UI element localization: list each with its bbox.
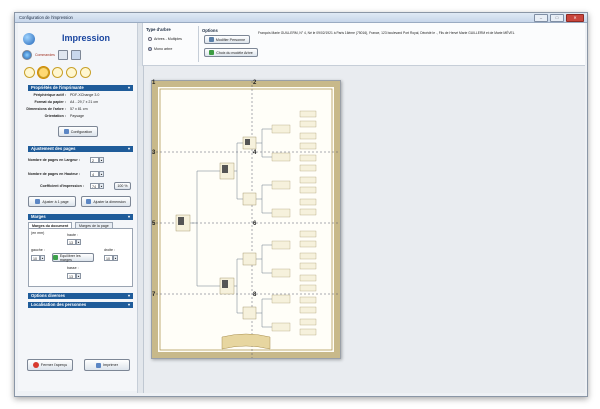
toolbar-separator bbox=[198, 26, 199, 62]
pages-height-stepper[interactable]: ▴ bbox=[99, 171, 104, 177]
locate-persons-title: Localisation des personnes bbox=[31, 302, 87, 307]
paper-format-row: Format du papier : A4 - 29,7 x 21 cm bbox=[34, 100, 99, 104]
tree-preview-page bbox=[151, 80, 341, 359]
top-margin-label: haute : bbox=[67, 233, 78, 237]
page-number-6: 6 bbox=[253, 221, 257, 227]
grid-icon[interactable] bbox=[70, 50, 81, 60]
top-margin-input[interactable]: 13 bbox=[67, 239, 76, 245]
printer-section-title: Propriétés de l'imprimante bbox=[31, 85, 84, 90]
tree-mono-radio[interactable]: Mono arbre bbox=[148, 47, 172, 51]
title-bar: Configuration de l'impression – □ ✕ bbox=[15, 13, 587, 23]
coef-stepper[interactable]: ▴ bbox=[99, 183, 104, 189]
page-number-5: 5 bbox=[152, 221, 156, 227]
bottom-margin-label: basse : bbox=[67, 266, 79, 270]
page-number-7: 7 bbox=[152, 292, 156, 298]
page-number-4: 4 bbox=[253, 150, 257, 156]
printer-section-header[interactable]: Propriétés de l'imprimante ▾ bbox=[28, 85, 133, 91]
tree-type-title: Type d'arbre bbox=[146, 27, 171, 32]
tree-multi-radio[interactable]: Arbres - Multiples bbox=[148, 37, 182, 41]
right-margin-stepper[interactable]: ▴ bbox=[113, 255, 118, 261]
page-number-3: 3 bbox=[152, 150, 156, 156]
close-button[interactable]: ✕ bbox=[566, 14, 584, 22]
balance-icon bbox=[53, 255, 58, 260]
coef-label: Coefficient d'impression : bbox=[40, 184, 84, 188]
misc-options-header[interactable]: Options diverses ▾ bbox=[28, 293, 133, 299]
left-margin-label: gauche : bbox=[31, 248, 45, 252]
maximize-button[interactable]: □ bbox=[550, 14, 564, 22]
bottom-margin-input[interactable]: 13 bbox=[67, 273, 76, 279]
margins-unit-label: (en mm) bbox=[31, 231, 45, 235]
pages-height-input[interactable]: 4 bbox=[90, 171, 99, 177]
commands-label[interactable]: Commandes bbox=[35, 53, 55, 57]
printer-icon bbox=[96, 362, 101, 368]
right-margin-input[interactable]: 10 bbox=[104, 255, 113, 261]
minimize-button[interactable]: – bbox=[534, 14, 548, 22]
coef-input[interactable]: 74 bbox=[90, 183, 99, 189]
top-margin-stepper[interactable]: ▴ bbox=[76, 239, 81, 245]
page-number-2: 2 bbox=[253, 80, 257, 86]
zoom-width-icon[interactable] bbox=[80, 67, 91, 78]
locate-persons-header[interactable]: Localisation des personnes ▾ bbox=[28, 302, 133, 308]
pages-section-title: Ajustement des pages bbox=[31, 146, 76, 151]
margins-section-header[interactable]: Marges ▾ bbox=[28, 214, 133, 220]
person-icon bbox=[208, 37, 214, 42]
choose-tree-model-button[interactable]: Choix du modèle Arbre bbox=[204, 48, 258, 57]
commands-icon[interactable] bbox=[22, 50, 32, 60]
pages-width-stepper[interactable]: ▴ bbox=[99, 157, 104, 163]
fit-dimension-button[interactable]: Ajuster la dimension bbox=[81, 196, 131, 207]
sidebar-title: Impression bbox=[62, 33, 111, 43]
pages-width-input[interactable]: 2 bbox=[90, 157, 99, 163]
tree-layout-icon[interactable] bbox=[57, 50, 68, 60]
close-circle-icon bbox=[32, 362, 39, 368]
right-margin-label: droite : bbox=[104, 248, 115, 252]
bottom-margin-stepper[interactable]: ▴ bbox=[76, 273, 81, 279]
printer-icon bbox=[63, 129, 69, 134]
fit-dimension-icon bbox=[86, 199, 92, 204]
zoom-in-icon[interactable] bbox=[52, 67, 63, 78]
zoom-page-icon[interactable] bbox=[38, 67, 49, 78]
percent-100-button[interactable]: 100 % bbox=[114, 182, 131, 190]
tree-icon bbox=[209, 50, 215, 55]
print-button[interactable]: Imprimer bbox=[84, 359, 130, 371]
vertical-scrollbar[interactable] bbox=[138, 66, 144, 393]
close-preview-button[interactable]: Fermer l'aperçu bbox=[27, 359, 73, 371]
fit-page-icon bbox=[35, 199, 41, 204]
left-margin-stepper[interactable]: ▴ bbox=[40, 255, 45, 261]
title-ribbon bbox=[221, 333, 271, 350]
fit-one-page-button[interactable]: Ajuster à 1 page bbox=[28, 196, 76, 207]
tree-dimensions-row: Dimensions de l'arbre :57 x 81 cm bbox=[26, 107, 88, 111]
pages-height-label: Nombre de pages en Hauteur : bbox=[28, 172, 81, 176]
family-tree-preview bbox=[152, 81, 340, 358]
window-title: Configuration de l'impression bbox=[19, 15, 73, 20]
misc-options-title: Options diverses bbox=[31, 293, 65, 298]
page-number-1: 1 bbox=[152, 80, 156, 86]
options-title: Options bbox=[202, 28, 218, 33]
balance-margins-button[interactable]: Equilibrer les marges bbox=[52, 253, 94, 262]
orientation-row: Orientation : Paysage bbox=[44, 114, 84, 118]
zoom-out-icon[interactable] bbox=[66, 67, 77, 78]
printer-device-row: Périphérique actif : PDF-XChange 3.0 bbox=[33, 93, 100, 97]
pages-section-header[interactable]: Ajustement des pages ▾ bbox=[28, 146, 133, 152]
pages-width-label: Nombre de pages en Largeur : bbox=[28, 158, 80, 162]
zoom-fit-icon[interactable] bbox=[24, 67, 35, 78]
page-number-8: 8 bbox=[253, 292, 257, 298]
modify-person-button[interactable]: Modifier Personne bbox=[204, 35, 250, 44]
globe-icon bbox=[23, 33, 35, 45]
configuration-button[interactable]: Configuration bbox=[58, 126, 98, 137]
sidebar bbox=[18, 23, 139, 391]
selected-person-info: François Marie GUILLERM, N° 4, Né le 09/… bbox=[258, 31, 515, 35]
margins-section-title: Marges bbox=[31, 214, 46, 219]
left-margin-input[interactable]: 10 bbox=[31, 255, 40, 261]
